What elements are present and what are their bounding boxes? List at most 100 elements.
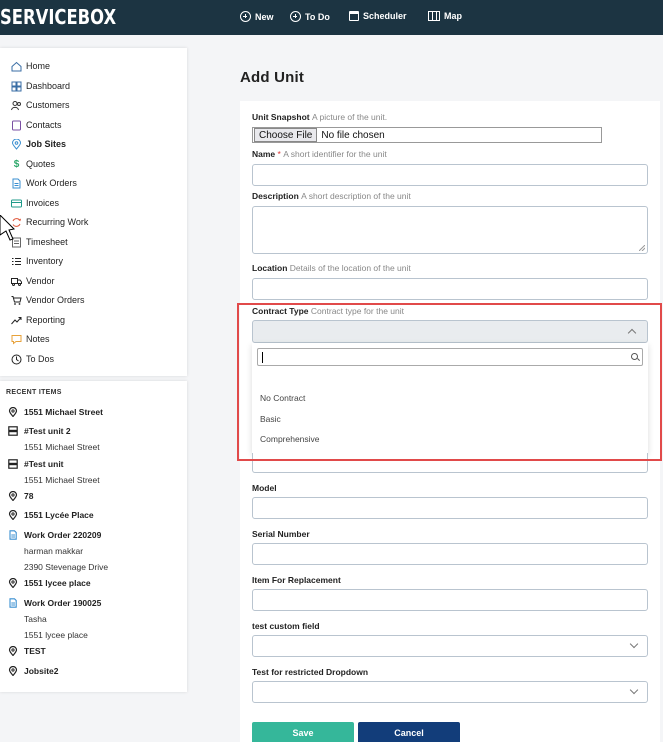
recent-item-sub: 1551 Michael Street	[24, 475, 100, 485]
model-input[interactable]	[252, 497, 648, 519]
servicebox-logo[interactable]: SERVICEBOX	[0, 5, 116, 29]
sidebar-item-label: Notes	[26, 334, 50, 344]
document-icon	[8, 530, 18, 540]
document-icon	[8, 598, 18, 608]
save-button[interactable]: Save	[252, 722, 354, 742]
sidebar-item-work-orders[interactable]: Work Orders	[11, 176, 77, 190]
required-marker: *	[277, 149, 281, 159]
sidebar-item-dashboard[interactable]: Dashboard	[11, 79, 70, 93]
description-label: Description A short description of the u…	[252, 191, 411, 201]
page-title: Add Unit	[240, 69, 305, 86]
new-button[interactable]: New	[240, 11, 274, 22]
dashboard-icon	[11, 81, 22, 92]
contacts-icon	[11, 120, 22, 131]
recent-item-sub: Tasha	[24, 614, 47, 624]
recent-item[interactable]: 1551 Michael Street	[8, 407, 103, 417]
location-pin-icon	[8, 407, 18, 417]
recent-item-label: 1551 Lycée Place	[24, 510, 94, 520]
name-input[interactable]	[252, 164, 648, 186]
plus-circle-icon	[290, 11, 301, 22]
recent-item-label: TEST	[24, 646, 46, 656]
resize-handle-icon[interactable]	[639, 245, 645, 251]
serial-number-input[interactable]	[252, 543, 648, 565]
location-pin-icon	[8, 578, 18, 588]
sidebar-item-vendor[interactable]: Vendor	[11, 274, 55, 288]
choose-file-button[interactable]: Choose File	[254, 128, 318, 142]
todo-label: To Do	[305, 11, 330, 22]
sidebar-item-job-sites[interactable]: Job Sites	[11, 137, 66, 151]
sidebar-item-inventory[interactable]: Inventory	[11, 254, 63, 268]
todo-button[interactable]: To Do	[290, 11, 330, 22]
clock-icon	[11, 354, 22, 365]
map-label: Map	[444, 11, 462, 21]
recent-item[interactable]: #Test unit 2	[8, 426, 71, 436]
recent-item[interactable]: #Test unit	[8, 459, 64, 469]
file-status: No file chosen	[321, 129, 385, 141]
sidebar-item-vendor-orders[interactable]: Vendor Orders	[11, 293, 85, 307]
recent-item-sub: 2390 Stevenage Drive	[24, 562, 109, 572]
field-label: Name	[252, 149, 276, 159]
test-restricted-dropdown-select[interactable]	[252, 681, 648, 703]
sidebar-item-label: Contacts	[26, 120, 62, 130]
scheduler-button[interactable]: Scheduler	[349, 11, 407, 21]
test-custom-field-label: test custom field	[252, 621, 320, 631]
sidebar-item-label: Vendor	[26, 276, 55, 286]
sidebar-item-contacts[interactable]: Contacts	[11, 118, 62, 132]
recent-item[interactable]: Work Order 190025	[8, 598, 101, 608]
note-icon	[11, 334, 22, 345]
sidebar-item-quotes[interactable]: $ Quotes	[11, 157, 55, 171]
unit-icon	[8, 459, 18, 469]
chevron-down-icon	[629, 639, 639, 649]
recent-item-label: Work Order 220209	[24, 530, 102, 540]
map-button[interactable]: Map	[428, 11, 462, 21]
plus-circle-icon	[240, 11, 251, 22]
test-custom-field-select[interactable]	[252, 635, 648, 657]
sidebar-item-recurring-work[interactable]: Recurring Work	[11, 215, 88, 229]
field-label: Description	[252, 191, 299, 201]
document-icon	[11, 178, 22, 189]
sidebar-item-home[interactable]: Home	[11, 59, 50, 73]
location-pin-icon	[8, 646, 18, 656]
field-label: Unit Snapshot	[252, 112, 310, 122]
highlight-box	[237, 303, 662, 461]
location-pin-icon	[8, 510, 18, 520]
unit-snapshot-file-input[interactable]: Choose File No file chosen	[252, 127, 602, 143]
name-label: Name * A short identifier for the unit	[252, 149, 387, 159]
sidebar-item-reporting[interactable]: Reporting	[11, 313, 65, 327]
customers-icon	[11, 100, 22, 111]
top-navigation-bar: SERVICEBOX New To Do Scheduler Map	[0, 0, 663, 35]
sidebar-item-label: To Dos	[26, 354, 55, 364]
sidebar-item-customers[interactable]: Customers	[11, 98, 70, 112]
field-hint: Details of the location of the unit	[289, 263, 411, 273]
item-for-replacement-input[interactable]	[252, 589, 648, 611]
sidebar-item-label: Vendor Orders	[26, 295, 85, 305]
sidebar-item-label: Work Orders	[26, 178, 77, 188]
cancel-button[interactable]: Cancel	[358, 722, 460, 742]
sidebar-item-to-dos[interactable]: To Dos	[11, 352, 54, 366]
recent-item[interactable]: TEST	[8, 646, 46, 656]
sidebar-navigation: Home Dashboard Customers Contacts Job Si…	[0, 48, 187, 376]
sidebar-item-invoices[interactable]: Invoices	[11, 196, 59, 210]
scheduler-label: Scheduler	[363, 11, 407, 21]
sidebar-item-notes[interactable]: Notes	[11, 332, 50, 346]
field-hint: A short description of the unit	[301, 191, 411, 201]
recent-item-sub: 1551 lycee place	[24, 630, 88, 640]
unit-snapshot-label: Unit Snapshot A picture of the unit.	[252, 112, 387, 122]
recent-item[interactable]: 1551 Lycée Place	[8, 510, 94, 520]
recent-item[interactable]: Jobsite2	[8, 666, 59, 676]
dollar-icon: $	[13, 158, 20, 170]
recent-item[interactable]: Work Order 220209	[8, 530, 101, 540]
description-textarea[interactable]	[252, 206, 648, 254]
recent-item-label: Work Order 190025	[24, 598, 102, 608]
sidebar-item-label: Recurring Work	[26, 217, 89, 227]
chart-icon	[11, 315, 22, 326]
recent-item[interactable]: 78	[8, 491, 33, 501]
calendar-icon	[349, 11, 359, 21]
recent-item[interactable]: 1551 lycee place	[8, 578, 91, 588]
home-icon	[11, 61, 22, 72]
recent-item-label: 78	[24, 491, 34, 501]
location-input[interactable]	[252, 278, 648, 300]
field-hint: A short identifier for the unit	[283, 149, 387, 159]
test-restricted-dropdown-label: Test for restricted Dropdown	[252, 667, 369, 677]
list-icon	[11, 256, 22, 267]
